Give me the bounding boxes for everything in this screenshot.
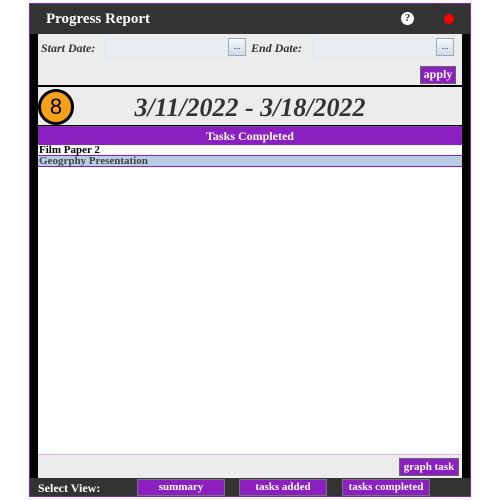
list-item[interactable]: Geogrphy Presentation — [38, 156, 462, 167]
tasks-completed-view-button[interactable]: tasks completed — [342, 479, 430, 496]
apply-button[interactable]: apply — [420, 66, 456, 84]
progress-report-window: Progress Report ? Start Date: ... End Da… — [29, 3, 471, 497]
tasks-added-view-button[interactable]: tasks added — [239, 479, 327, 496]
start-date-input[interactable] — [104, 38, 232, 58]
date-range-title: 3/11/2022 - 3/18/2022 — [134, 93, 366, 122]
graph-panel: graph task — [38, 455, 462, 479]
list-header: Tasks Completed — [38, 126, 462, 145]
window-title: Progress Report — [46, 11, 151, 27]
start-date-picker-button[interactable]: ... — [228, 38, 246, 56]
graph-task-button[interactable]: graph task — [399, 458, 459, 476]
select-view-label: Select View: — [38, 481, 101, 495]
view-selector-bar: Select View: summary tasks added tasks c… — [30, 478, 470, 496]
start-date-label: Start Date: — [41, 41, 96, 55]
close-icon[interactable] — [444, 14, 454, 24]
help-icon[interactable]: ? — [401, 12, 414, 25]
date-range-panel: 8 3/11/2022 - 3/18/2022 — [38, 87, 462, 125]
end-date-input[interactable] — [312, 38, 440, 58]
summary-view-button[interactable]: summary — [137, 479, 225, 496]
title-bar: Progress Report ? — [30, 4, 470, 34]
end-date-label: End Date: — [251, 41, 302, 55]
tasks-completed-list: Tasks Completed Film Paper 2 Geogrphy Pr… — [38, 126, 462, 456]
end-date-picker-button[interactable]: ... — [436, 38, 454, 56]
date-filter-panel: Start Date: ... End Date: ... apply — [38, 34, 462, 85]
